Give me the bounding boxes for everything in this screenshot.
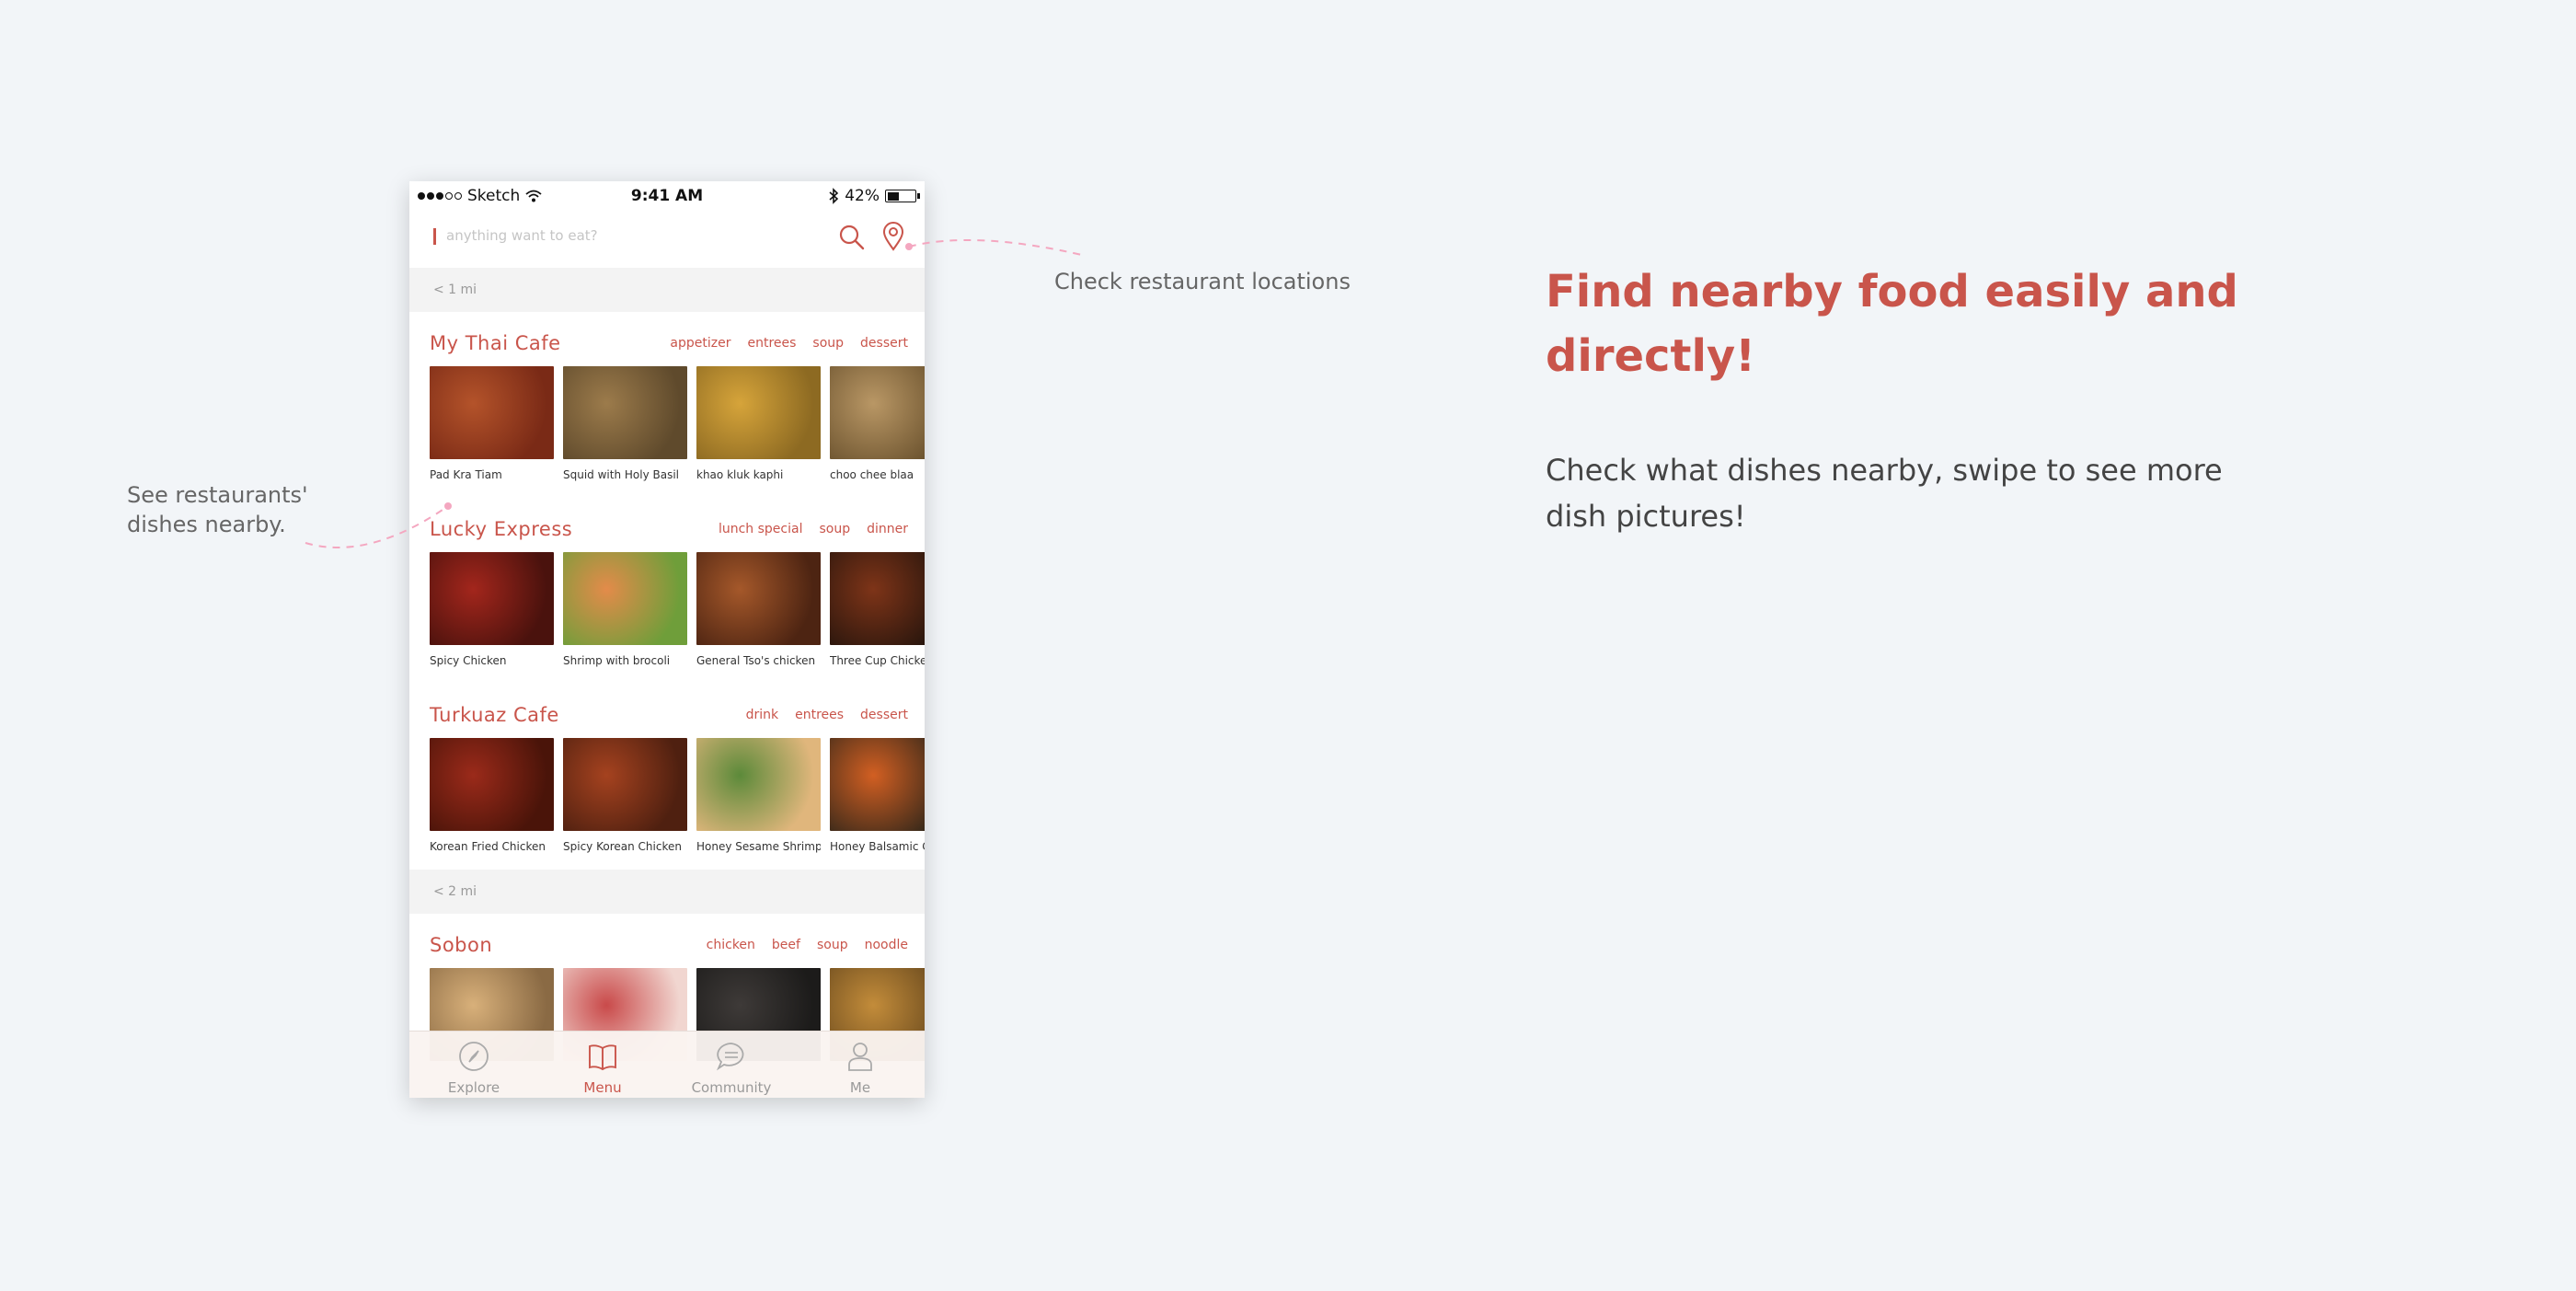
location-annotation-line — [908, 239, 1087, 257]
annotation-lines — [305, 239, 1087, 548]
nearby-annotation: See restaurants' dishes nearby. — [127, 480, 308, 539]
headline: Find nearby food easily and directly! — [1546, 266, 2238, 382]
nearby-annotation-line1: See restaurants' — [127, 482, 308, 508]
nearby-annotation-dot — [444, 502, 452, 510]
locations-annotation: Check restaurant locations — [1054, 269, 1351, 294]
nearby-annotation-line2: dishes nearby. — [127, 512, 286, 537]
description: Check what dishes nearby, swipe to see m… — [1546, 453, 2223, 534]
nearby-annotation-line — [305, 505, 449, 548]
location-annotation-dot — [905, 243, 913, 250]
